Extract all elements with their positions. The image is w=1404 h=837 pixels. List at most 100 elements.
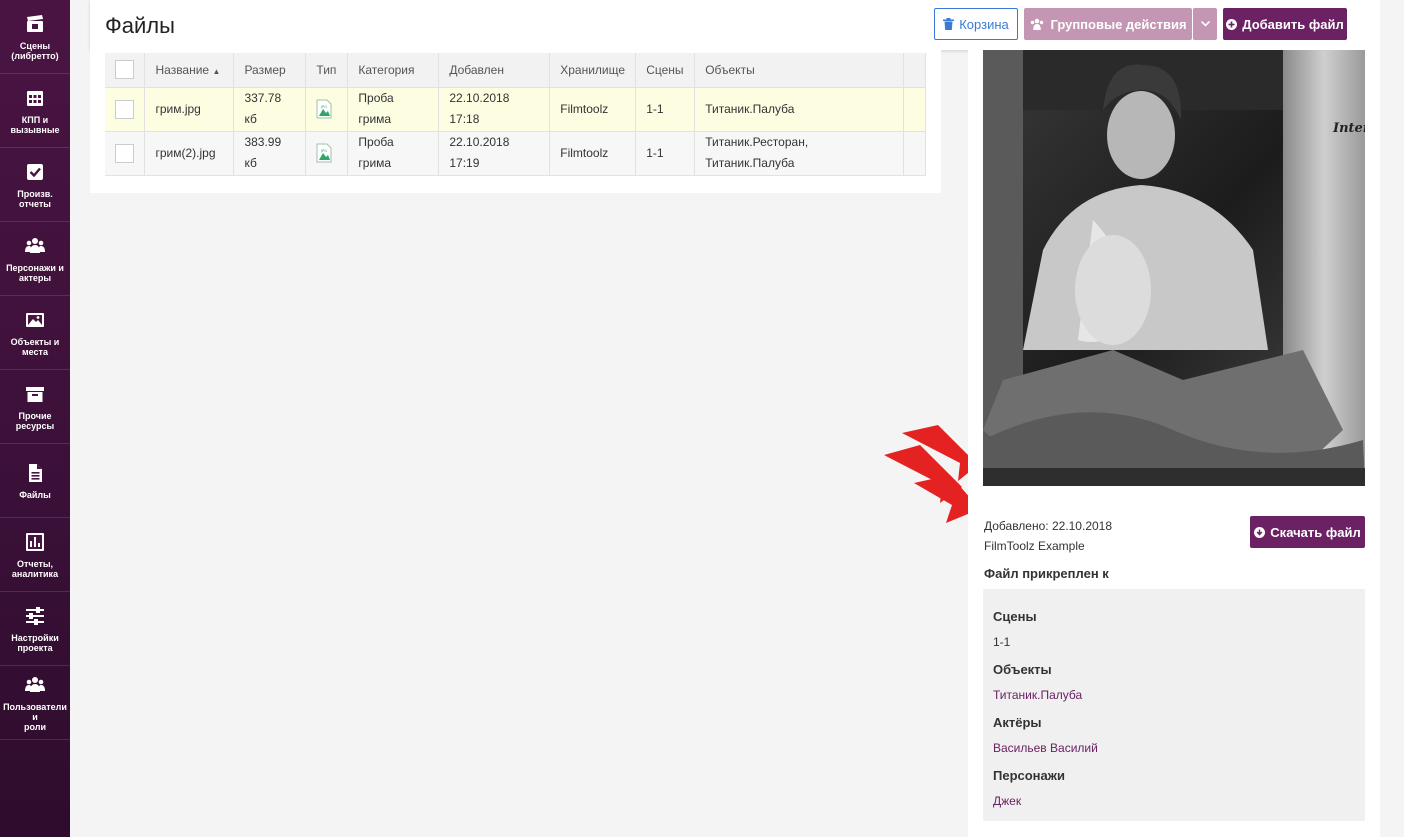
cell-scenes: 1-1 (635, 131, 696, 176)
column-header-objects[interactable]: Объекты (694, 53, 904, 88)
file-source: FilmToolz Example (984, 539, 1085, 553)
users-icon (1031, 18, 1044, 30)
attached-objects-link[interactable]: Титаник.Палуба (993, 688, 1082, 702)
download-file-label: Скачать файл (1270, 524, 1361, 540)
attached-actors-link[interactable]: Васильев Василий (993, 741, 1098, 755)
svg-text:JPG: JPG (320, 149, 327, 153)
download-circle-icon (1254, 526, 1266, 538)
download-file-button[interactable]: Скачать файл (1250, 516, 1365, 548)
page-scrollbar[interactable] (1380, 0, 1404, 837)
select-all-checkbox[interactable] (115, 60, 134, 80)
sidebar-item-label: Объекты и места (10, 337, 60, 357)
row-checkbox[interactable] (115, 99, 134, 119)
cell-name: грим(2).jpg (144, 131, 235, 176)
group-actions-button[interactable]: Групповые действия (1024, 8, 1192, 40)
cell-category: Проба грима (347, 87, 440, 132)
image-icon (26, 313, 44, 327)
cell-storage: Filmtoolz (549, 87, 637, 132)
sidebar-item-kpp[interactable]: КПП и вызывные (0, 74, 70, 148)
attached-scenes-value: 1-1 (993, 635, 1011, 649)
group-actions-label: Групповые действия (1050, 16, 1187, 32)
column-header-size[interactable]: Размер (233, 53, 307, 88)
sidebar-item-label: КПП и вызывные (10, 115, 60, 135)
sidebar-item-files[interactable]: Файлы (0, 444, 70, 518)
attached-title: Файл прикреплен к (984, 566, 1109, 581)
file-icon (29, 464, 42, 482)
attached-scenes-heading: Сцены (993, 609, 1037, 624)
cell-objects: Титаник.Палуба (694, 87, 904, 132)
sidebar-item-label: Сцены (либретто) (11, 41, 59, 61)
archive-icon (26, 387, 44, 402)
add-file-label: Добавить файл (1242, 16, 1344, 32)
plus-circle-icon (1226, 18, 1238, 30)
table-row[interactable]: грим.jpg 337.78 кб JPG Проба грима 22.10.2… (105, 87, 927, 132)
cell-storage: Filmtoolz (549, 131, 637, 176)
sidebar-item-characters[interactable]: Персонажи и актеры (0, 222, 70, 296)
files-table: Название ▲ Размер Тип Категория Добавлен… (105, 53, 927, 176)
sidebar-item-objects[interactable]: Объекты и места (0, 296, 70, 370)
attached-characters-heading: Персонажи (993, 768, 1065, 783)
cell-category: Проба грима (347, 131, 440, 176)
sidebar-item-label: Прочие ресурсы (15, 411, 55, 431)
column-header-type[interactable]: Тип (305, 53, 349, 88)
column-header-name[interactable]: Название ▲ (144, 53, 235, 88)
clapperboard-icon (27, 15, 43, 32)
sidebar-item-label: Настройки проекта (11, 633, 59, 653)
sidebar-item-label: Отчеты, аналитика (11, 559, 59, 579)
sort-asc-icon: ▲ (212, 66, 221, 76)
sidebar-item-label: Файлы (19, 490, 51, 500)
file-details-panel: Inter Добавлено: 22.10.2018 FilmToolz Ex… (968, 50, 1380, 837)
jpg-file-icon: JPG (316, 143, 332, 163)
sidebar-item-label: Пользователи и роли (3, 702, 67, 732)
people-icon (25, 238, 45, 253)
preview-photo: Inter (983, 50, 1365, 486)
cell-added: 22.10.2018 17:18 (438, 87, 551, 132)
cell-scenes: 1-1 (635, 87, 696, 132)
trash-icon (943, 18, 955, 30)
attached-objects-heading: Объекты (993, 662, 1052, 677)
sidebar-item-settings[interactable]: Настройки проекта (0, 592, 70, 666)
sidebar-item-label: Произв. отчеты (17, 189, 53, 209)
add-file-button[interactable]: Добавить файл (1223, 8, 1347, 40)
row-checkbox[interactable] (115, 143, 134, 163)
sidebar-item-resources[interactable]: Прочие ресурсы (0, 370, 70, 444)
file-preview-image[interactable]: Inter (983, 50, 1365, 486)
files-panel: Название ▲ Размер Тип Категория Добавлен… (90, 50, 941, 193)
cell-extra (903, 87, 927, 132)
trash-button-label: Корзина (959, 16, 1009, 32)
calendar-icon (27, 91, 43, 106)
cell-type: JPG (305, 87, 349, 132)
chevron-down-icon (1200, 21, 1210, 27)
sidebar-item-users[interactable]: Пользователи и роли (0, 666, 70, 740)
file-added-date: Добавлено: 22.10.2018 (984, 519, 1113, 533)
trash-button[interactable]: Корзина (934, 8, 1018, 40)
page-header: Файлы Корзина Групповые действия Добавит… (90, 0, 1380, 50)
table-row[interactable]: грим(2).jpg 383.99 кб JPG Проба грима 22.1… (105, 131, 927, 176)
cell-size: 337.78 кб (233, 87, 307, 132)
checkbox-icon (27, 164, 43, 180)
sidebar-item-analytics[interactable]: Отчеты, аналитика (0, 518, 70, 592)
sidebar-item-reports[interactable]: Произв. отчеты (0, 148, 70, 222)
column-header-extra (903, 53, 927, 88)
cell-objects: Титаник.Ресторан, Титаник.Палуба (694, 131, 904, 176)
column-header-category[interactable]: Категория (347, 53, 440, 88)
photo-caption: Inter (1332, 121, 1365, 136)
cell-size: 383.99 кб (233, 131, 307, 176)
sidebar-item-label: Персонажи и актеры (6, 263, 64, 283)
attached-actors-heading: Актёры (993, 715, 1042, 730)
column-header-scenes[interactable]: Сцены (635, 53, 696, 88)
jpg-file-icon: JPG (316, 99, 332, 119)
sliders-icon (26, 607, 44, 625)
sidebar: Сцены (либретто) КПП и вызывные Произв. … (0, 0, 70, 837)
page-title: Файлы (105, 13, 175, 38)
cell-type: JPG (305, 131, 349, 176)
row-select-cell (105, 87, 146, 132)
svg-text:JPG: JPG (320, 105, 327, 109)
group-actions-dropdown[interactable] (1193, 8, 1217, 40)
sidebar-item-scenes[interactable]: Сцены (либретто) (0, 0, 70, 74)
users-icon (25, 677, 45, 692)
column-header-storage[interactable]: Хранилище (549, 53, 637, 88)
attachments-box: Сцены 1-1 Объекты Титаник.Палуба Актёры … (983, 589, 1365, 821)
attached-characters-link[interactable]: Джек (993, 794, 1021, 808)
column-header-added[interactable]: Добавлен (438, 53, 551, 88)
